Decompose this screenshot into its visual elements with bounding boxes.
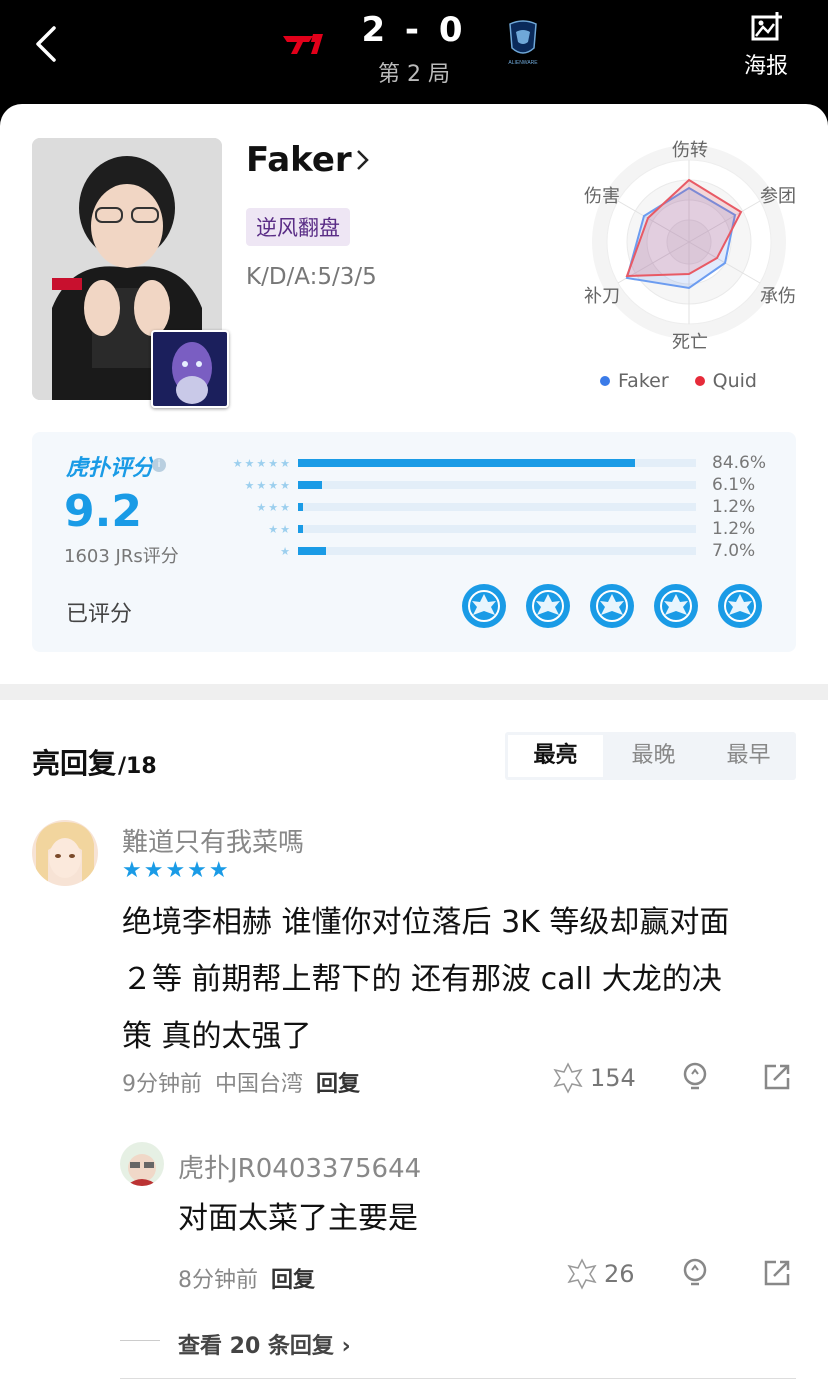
- comment-meta: 8分钟前 回复: [178, 1268, 316, 1293]
- rating-count: 1603 JRs评分: [64, 546, 179, 567]
- section-divider: [0, 684, 828, 700]
- radar-label-damage-conversion: 伤转: [672, 140, 708, 161]
- comment-text: 绝境李相赫 谁懂你对位落后 3K 等级却赢对面 ２等 前期帮上帮下的 还有那波 …: [122, 905, 730, 1054]
- rate-badge-icon[interactable]: [654, 584, 698, 628]
- rating-bar-row: ★★★ 1.2%: [208, 496, 788, 518]
- comment-star-rating: ★★★★★: [122, 858, 231, 883]
- rated-label: 已评分: [66, 602, 133, 627]
- info-icon[interactable]: i: [152, 458, 166, 472]
- comment-meta: 9分钟前 中国台湾 回复: [122, 1072, 361, 1097]
- radar-label-damage-taken: 承伤: [760, 286, 796, 307]
- bar-track: [298, 547, 696, 555]
- champion-icon: [151, 330, 229, 408]
- comment-username[interactable]: 難道只有我菜嗎: [122, 822, 304, 859]
- bar-fill: [298, 481, 323, 489]
- bar-percent: 1.2%: [712, 497, 756, 517]
- bar-track: [298, 459, 696, 467]
- sort-tabs: 最亮 最晚 最早: [505, 732, 796, 780]
- radar-label-deaths: 死亡: [672, 332, 708, 353]
- radar-label-cs: 补刀: [584, 286, 620, 307]
- hupu-rating-logo: 虎扑评分: [66, 456, 155, 481]
- divider: [120, 1340, 160, 1341]
- comments-section: 亮回复/18 最亮 最晚 最早 難道只有我菜嗎 ★★★★★ 绝境李相赫 谁懂你对…: [0, 700, 828, 1381]
- bar-stars: ★★★★★: [232, 456, 292, 470]
- like-button[interactable]: 26: [566, 1258, 635, 1290]
- bar-stars: ★★★★: [244, 478, 292, 492]
- tab-hottest[interactable]: 最亮: [508, 735, 603, 777]
- view-more-replies[interactable]: 查看 20 条回复 ›: [178, 1328, 351, 1360]
- rating-bar-row: ★ 7.0%: [208, 540, 788, 562]
- section-count: /18: [118, 754, 157, 779]
- chevron-right-icon[interactable]: [352, 148, 372, 172]
- team-liquid-logo-text: ALIENWARE: [508, 60, 538, 66]
- bar-percent: 6.1%: [712, 475, 756, 495]
- bar-track: [298, 525, 696, 533]
- legend-dot-icon: [694, 376, 705, 386]
- rate-badge-icon[interactable]: [462, 584, 506, 628]
- divider: [120, 1378, 796, 1379]
- section-title: 亮回复/18: [32, 747, 157, 780]
- light-up-icon: [567, 1258, 597, 1290]
- radar-label-damage: 伤害: [584, 186, 620, 207]
- reply-button[interactable]: 回复: [316, 1072, 360, 1097]
- comment-text: 对面太菜了主要是: [178, 1201, 418, 1236]
- rating-bar-row: ★★★★★ 84.6%: [208, 452, 788, 474]
- rating-bar-row: ★★★★ 6.1%: [208, 474, 788, 496]
- rate-badge-icon[interactable]: [718, 584, 762, 628]
- radar-legend: Faker Quid: [600, 370, 757, 392]
- radar-chart: 伤转 参团 承伤 死亡 补刀 伤害: [570, 130, 820, 353]
- image-crop-icon: [751, 12, 782, 41]
- bar-percent: 84.6%: [712, 453, 767, 473]
- avatar[interactable]: [120, 1142, 164, 1186]
- bar-fill: [298, 503, 303, 511]
- like-button[interactable]: 154: [552, 1062, 636, 1094]
- bar-percent: 1.2%: [712, 519, 756, 539]
- tab-latest[interactable]: 最晚: [606, 732, 701, 780]
- radar-label-teamfight: 参团: [760, 186, 796, 207]
- bar-track: [298, 503, 696, 511]
- legend-dot-icon: [600, 376, 610, 386]
- avatar[interactable]: [32, 820, 98, 886]
- game-number: 第 2 局: [378, 62, 450, 87]
- bar-fill: [298, 547, 326, 555]
- rate-badge-icon[interactable]: [526, 584, 570, 628]
- light-up-icon: [553, 1062, 583, 1094]
- bar-stars: ★★: [268, 522, 292, 536]
- poster-button[interactable]: 海报: [736, 10, 796, 80]
- poster-label: 海报: [743, 54, 788, 79]
- lightbulb-icon[interactable]: [680, 1062, 710, 1092]
- legend-faker: Faker: [600, 370, 669, 392]
- bar-track: [298, 481, 696, 489]
- rating-panel: 虎扑评分 i 9.2 1603 JRs评分 已评分 ★★★★★ 84.6% ★★★★…: [32, 432, 796, 652]
- rate-icons: [462, 584, 762, 628]
- rating-bar-row: ★★ 1.2%: [208, 518, 788, 540]
- reply-button[interactable]: 回复: [271, 1268, 315, 1293]
- bar-stars: ★: [280, 544, 292, 558]
- bar-fill: [298, 525, 303, 533]
- player-tag: 逆风翻盘: [246, 208, 350, 246]
- share-icon[interactable]: [762, 1062, 792, 1092]
- match-score: 2 - 0: [361, 10, 467, 50]
- rating-score: 9.2: [64, 486, 142, 537]
- rate-badge-icon[interactable]: [590, 584, 634, 628]
- top-bar: 2 - 0 第 2 局 ALIENWARE 海报: [0, 0, 828, 104]
- rating-distribution: ★★★★★ 84.6% ★★★★ 6.1% ★★★ 1.2% ★★ 1.2% ★ 7.0%: [208, 452, 788, 562]
- player-card: Faker 逆风翻盘 K/D/A:5/3/5 伤转 参团 承伤 死亡 补刀 伤害…: [0, 104, 828, 684]
- lightbulb-icon[interactable]: [680, 1258, 710, 1288]
- team-t1-logo: [283, 34, 323, 54]
- legend-quid: Quid: [694, 370, 757, 392]
- comment-username[interactable]: 虎扑JR0403375644: [178, 1148, 421, 1185]
- back-icon[interactable]: [26, 22, 70, 66]
- team-liquid-logo: ALIENWARE: [508, 20, 538, 66]
- bar-stars: ★★★: [256, 500, 292, 514]
- player-name[interactable]: Faker: [246, 140, 352, 180]
- kda-stat: K/D/A:5/3/5: [246, 264, 377, 290]
- bar-percent: 7.0%: [712, 541, 756, 561]
- tab-earliest[interactable]: 最早: [701, 732, 796, 780]
- share-icon[interactable]: [762, 1258, 792, 1288]
- bar-fill: [298, 459, 635, 467]
